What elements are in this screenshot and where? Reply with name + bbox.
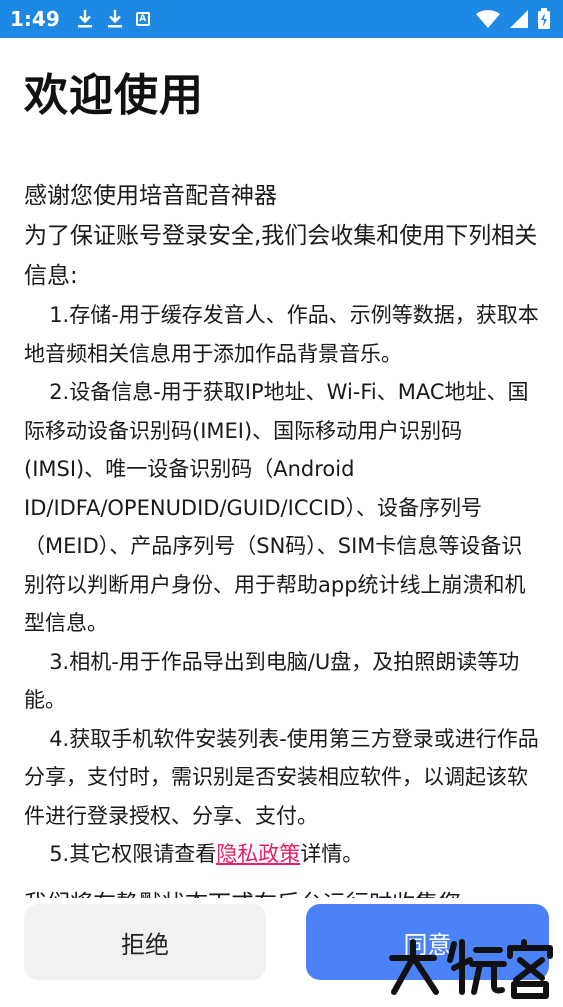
item5-prefix: 5.其它权限请查看	[49, 842, 217, 866]
item5-suffix: 详情。	[300, 842, 364, 866]
signal-icon	[510, 10, 528, 28]
permission-list: 1.存储-用于缓存发音人、作品、示例等数据，获取本地音频相关信息用于添加作品背景…	[24, 296, 539, 874]
battery-icon	[538, 8, 550, 29]
truncated-text: 我们将在静默状态下或在后台运行时收集您	[24, 884, 539, 899]
app-notification-icon: A	[135, 12, 150, 26]
wifi-icon	[476, 10, 500, 28]
status-time: 1:49	[10, 7, 60, 31]
reject-button[interactable]: 拒绝	[24, 904, 266, 980]
download-icon	[77, 10, 92, 28]
permission-item: 5.其它权限请查看隐私政策详情。	[24, 835, 539, 874]
download-icon	[107, 10, 122, 28]
intro-line: 为了保证账号登录安全,我们会收集和使用下列相关信息:	[24, 223, 538, 289]
page-title: 欢迎使用	[24, 70, 204, 121]
privacy-policy-link[interactable]: 隐私政策	[216, 842, 300, 866]
watermark-logo	[389, 939, 553, 999]
permission-item: 2.设备信息-用于获取IP地址、Wi-Fi、MAC地址、国际移动设备识别码(IM…	[24, 380, 529, 635]
notification-icons: A	[76, 9, 150, 29]
permission-item: 3.相机-用于作品导出到电脑/U盘，及拍照朗读等功能。	[24, 649, 520, 713]
system-icons	[475, 8, 551, 30]
intro-text: 感谢您使用培音配音神器 为了保证账号登录安全,我们会收集和使用下列相关信息:	[24, 176, 539, 296]
dialog-content[interactable]: 欢迎使用 感谢您使用培音配音神器 为了保证账号登录安全,我们会收集和使用下列相关…	[0, 38, 563, 898]
intro-line: 感谢您使用培音配音神器	[24, 183, 277, 209]
permission-item: 4.获取手机软件安装列表-使用第三方登录或进行作品分享，支付时，需识别是否安装相…	[24, 726, 539, 828]
permission-item: 1.存储-用于缓存发音人、作品、示例等数据，获取本地音频相关信息用于添加作品背景…	[24, 303, 539, 366]
status-bar: 1:49 A	[0, 0, 563, 38]
